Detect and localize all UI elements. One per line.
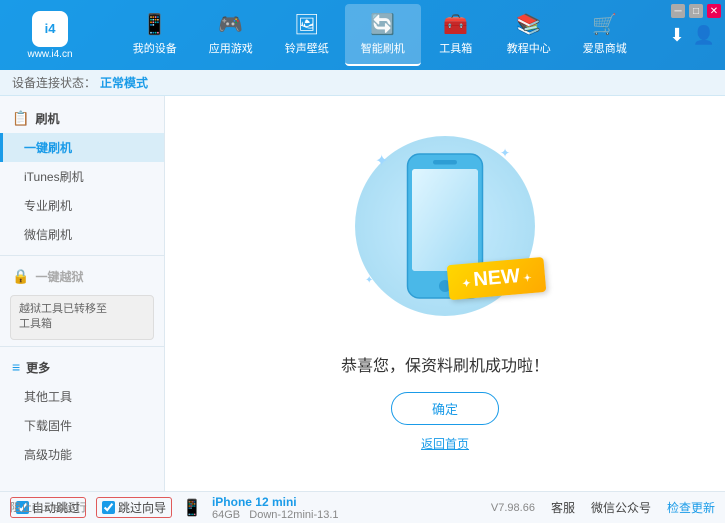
- sparkle-icon-1: ✦: [375, 151, 388, 171]
- success-text: 恭喜您，保资料刷机成功啦！: [341, 352, 549, 376]
- sidebar-section-jailbreak: 🔒 一键越狱: [0, 262, 164, 291]
- smart-repair-icon: 🔄: [370, 12, 395, 37]
- nav-label-wallpaper: 铃声壁纸: [285, 40, 329, 56]
- main-area: 📋 刷机 一键刷机 iTunes刷机 专业刷机 微信刷机 🔒 一键越狱: [0, 96, 725, 491]
- pro-flash-label: 专业刷机: [24, 199, 72, 213]
- status-label: 设备连接状态：: [12, 74, 96, 91]
- sidebar-section-flash: 📋 刷机: [0, 104, 164, 133]
- logo-initials: i4: [45, 21, 56, 36]
- sidebar-item-wechat-flash[interactable]: 微信刷机: [0, 220, 164, 249]
- status-value: 正常模式: [100, 74, 148, 91]
- nav-label-apps-games: 应用游戏: [209, 40, 253, 56]
- device-info: iPhone 12 mini 64GB Down-12mini-13.1: [212, 495, 339, 521]
- divider-1: [0, 255, 164, 256]
- device-details: 64GB Down-12mini-13.1: [212, 509, 339, 521]
- wallpaper-icon: 🖼: [294, 12, 319, 37]
- wechat-flash-label: 微信刷机: [24, 228, 72, 242]
- flash-section-label: 刷机: [35, 110, 59, 127]
- isee-mall-icon: 🛒: [592, 12, 617, 37]
- itunes-status-bar: 阻止iTunes运行: [0, 491, 97, 523]
- sidebar-section-more: ≡ 更多: [0, 353, 164, 382]
- version-text: V7.98.66: [491, 502, 535, 514]
- sidebar-item-itunes-flash[interactable]: iTunes刷机: [0, 162, 164, 191]
- nav-item-toolbox[interactable]: 🧰 工具箱: [421, 4, 491, 66]
- other-tools-label: 其他工具: [24, 390, 72, 404]
- header: i4 www.i4.cn 📱 我的设备 🎮 应用游戏 🖼 铃声壁纸 🔄 智能刷机: [0, 0, 725, 70]
- header-right: ⬇ 👤: [669, 25, 715, 46]
- maximize-button[interactable]: □: [689, 4, 703, 18]
- logo-text: www.i4.cn: [27, 49, 72, 60]
- itunes-flash-label: iTunes刷机: [24, 170, 84, 184]
- nav-label-tutorial: 教程中心: [507, 40, 551, 56]
- nav-label-isee-mall: 爱思商城: [583, 40, 627, 56]
- jailbreak-section-label: 一键越狱: [35, 268, 83, 285]
- content-area: ✦ ✦ ✦: [165, 96, 725, 491]
- skip-wizard-checkbox[interactable]: 跳过向导: [96, 497, 172, 518]
- flash-section-icon: 📋: [12, 110, 29, 127]
- skip-wizard-input[interactable]: [102, 501, 115, 514]
- nav-item-wallpaper[interactable]: 🖼 铃声壁纸: [269, 4, 345, 66]
- logo-area: i4 www.i4.cn: [10, 11, 90, 60]
- check-update-link[interactable]: 检查更新: [667, 499, 715, 516]
- sparkle-icon-3: ✦: [365, 275, 373, 286]
- download-firmware-label: 下载固件: [24, 419, 72, 433]
- apps-games-icon: 🎮: [218, 12, 243, 37]
- confirm-button[interactable]: 确定: [391, 392, 499, 425]
- phone-circle: ✦ ✦ ✦: [355, 136, 535, 316]
- skip-wizard-label: 跳过向导: [118, 499, 166, 516]
- sidebar-item-other-tools[interactable]: 其他工具: [0, 382, 164, 411]
- device-storage: 64GB: [212, 509, 240, 521]
- sidebar-item-pro-flash[interactable]: 专业刷机: [0, 191, 164, 220]
- jailbreak-notice-text: 越狱工具已转移至工具箱: [19, 303, 107, 330]
- customer-service-link[interactable]: 客服: [551, 499, 575, 516]
- sidebar-item-advanced[interactable]: 高级功能: [0, 440, 164, 469]
- advanced-label: 高级功能: [24, 448, 72, 462]
- itunes-status-text[interactable]: 阻止iTunes运行: [10, 499, 87, 515]
- toolbox-icon: 🧰: [443, 12, 468, 37]
- nav-items: 📱 我的设备 🎮 应用游戏 🖼 铃声壁纸 🔄 智能刷机 🧰 工具箱 📚: [90, 4, 669, 66]
- nav-label-toolbox: 工具箱: [439, 40, 472, 56]
- sidebar-item-download-firmware[interactable]: 下载固件: [0, 411, 164, 440]
- user-icon[interactable]: 👤: [693, 25, 715, 46]
- nav-item-smart-repair[interactable]: 🔄 智能刷机: [345, 4, 421, 66]
- return-link[interactable]: 返回首页: [421, 435, 469, 452]
- device-row: 📱 iPhone 12 mini 64GB Down-12mini-13.1: [182, 495, 339, 521]
- one-click-flash-label: 一键刷机: [24, 141, 72, 155]
- more-section-label: 更多: [26, 359, 50, 376]
- bottom-right: V7.98.66 客服 微信公众号 检查更新: [491, 499, 715, 516]
- my-device-icon: 📱: [142, 12, 167, 37]
- jailbreak-notice: 越狱工具已转移至工具箱: [10, 295, 154, 340]
- nav-item-my-device[interactable]: 📱 我的设备: [117, 4, 193, 66]
- logo-icon: i4: [32, 11, 68, 47]
- device-name: iPhone 12 mini: [212, 495, 339, 509]
- bottom-bar: 自动跳过 跳过向导 📱 iPhone 12 mini 64GB Down-12m…: [0, 491, 725, 523]
- sidebar-item-one-click-flash[interactable]: 一键刷机: [0, 133, 164, 162]
- status-bar: 设备连接状态： 正常模式: [0, 70, 725, 96]
- nav-item-apps-games[interactable]: 🎮 应用游戏: [193, 4, 269, 66]
- minimize-button[interactable]: ─: [671, 4, 685, 18]
- close-button[interactable]: ✕: [707, 4, 721, 18]
- wechat-public-link[interactable]: 微信公众号: [591, 499, 651, 516]
- nav-item-tutorial[interactable]: 📚 教程中心: [491, 4, 567, 66]
- divider-2: [0, 346, 164, 347]
- download-icon[interactable]: ⬇: [669, 25, 684, 46]
- window-controls: ─ □ ✕: [671, 4, 721, 18]
- nav-label-my-device: 我的设备: [133, 40, 177, 56]
- jailbreak-section-icon: 🔒: [12, 268, 29, 285]
- device-model: Down-12mini-13.1: [249, 509, 338, 521]
- tutorial-icon: 📚: [516, 12, 541, 37]
- more-section-icon: ≡: [12, 359, 20, 375]
- nav-label-smart-repair: 智能刷机: [361, 40, 405, 56]
- nav-item-isee-mall[interactable]: 🛒 爱思商城: [567, 4, 643, 66]
- sparkle-icon-2: ✦: [500, 146, 510, 160]
- sidebar: 📋 刷机 一键刷机 iTunes刷机 专业刷机 微信刷机 🔒 一键越狱: [0, 96, 165, 491]
- device-phone-icon: 📱: [182, 498, 202, 518]
- illustration: ✦ ✦ ✦: [355, 136, 535, 316]
